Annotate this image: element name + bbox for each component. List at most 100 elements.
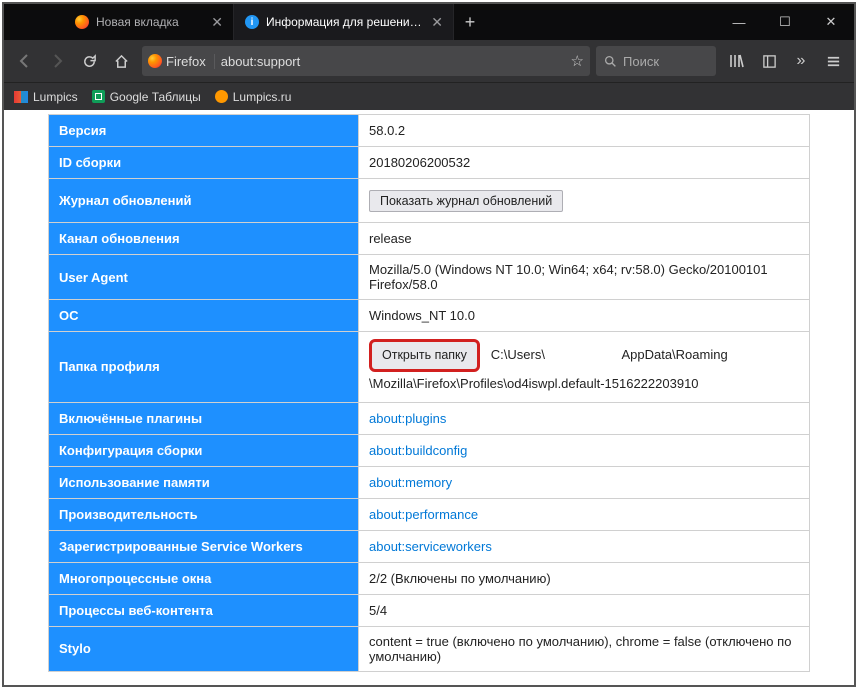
- app-menu-button[interactable]: [818, 46, 848, 76]
- table-row: Многопроцессные окна 2/2 (Включены по ум…: [49, 562, 810, 594]
- table-row: Папка профиля Открыть папку C:\Users\ Ap…: [49, 332, 810, 403]
- row-label: Включённые плагины: [49, 402, 359, 434]
- close-window-button[interactable]: ✕: [808, 4, 854, 40]
- table-row: Использование памяти about:memory: [49, 466, 810, 498]
- sidebar-icon: [762, 54, 777, 69]
- hamburger-icon: [826, 54, 841, 69]
- tab-new[interactable]: Новая вкладка ✕: [64, 4, 234, 40]
- row-value: about:plugins: [359, 402, 810, 434]
- arrow-left-icon: [17, 53, 33, 69]
- titlebar: Новая вкладка ✕ i Информация для решения…: [4, 4, 854, 40]
- reload-button[interactable]: [74, 46, 104, 76]
- identity-label: Firefox: [166, 54, 206, 69]
- row-label: Производительность: [49, 498, 359, 530]
- tab-strip: Новая вкладка ✕ i Информация для решения…: [4, 4, 716, 40]
- about-buildconfig-link[interactable]: about:buildconfig: [369, 443, 467, 458]
- row-value: Открыть папку C:\Users\ AppData\Roaming …: [359, 332, 810, 403]
- home-button[interactable]: [106, 46, 136, 76]
- info-icon: i: [244, 14, 260, 30]
- home-icon: [114, 54, 129, 69]
- row-label: Процессы веб-контента: [49, 594, 359, 626]
- table-row: Производительность about:performance: [49, 498, 810, 530]
- row-label: Конфигурация сборки: [49, 434, 359, 466]
- identity-box[interactable]: Firefox: [148, 54, 215, 69]
- row-value: about:buildconfig: [359, 434, 810, 466]
- show-update-log-button[interactable]: Показать журнал обновлений: [369, 190, 563, 212]
- about-memory-link[interactable]: about:memory: [369, 475, 452, 490]
- bookmark-label: Lumpics.ru: [233, 90, 292, 104]
- table-row: Зарегистрированные Service Workers about…: [49, 530, 810, 562]
- new-tab-button[interactable]: +: [454, 4, 486, 40]
- row-value: about:serviceworkers: [359, 530, 810, 562]
- row-value: 20180206200532: [359, 147, 810, 179]
- table-row: Конфигурация сборки about:buildconfig: [49, 434, 810, 466]
- library-icon: [729, 53, 745, 69]
- row-value: Показать журнал обновлений: [359, 179, 810, 223]
- table-row: Канал обновления release: [49, 223, 810, 255]
- nav-toolbar: Firefox about:support ☆ Поиск »: [4, 40, 854, 82]
- firefox-icon: [148, 54, 162, 68]
- profile-path-part: AppData\Roaming: [621, 347, 727, 362]
- bookmark-label: Google Таблицы: [110, 90, 201, 104]
- row-label: Зарегистрированные Service Workers: [49, 530, 359, 562]
- forward-button[interactable]: [42, 46, 72, 76]
- lumpics-ru-icon: [215, 90, 228, 103]
- row-value: Mozilla/5.0 (Windows NT 10.0; Win64; x64…: [359, 255, 810, 300]
- back-button[interactable]: [10, 46, 40, 76]
- row-value: 58.0.2: [359, 115, 810, 147]
- sidebar-button[interactable]: [754, 46, 784, 76]
- table-row: ID сборки 20180206200532: [49, 147, 810, 179]
- row-label: ОС: [49, 300, 359, 332]
- search-bar[interactable]: Поиск: [596, 46, 716, 76]
- row-value: 2/2 (Включены по умолчанию): [359, 562, 810, 594]
- row-label: Папка профиля: [49, 332, 359, 403]
- profile-path-part: C:\Users\: [491, 347, 545, 362]
- about-plugins-link[interactable]: about:plugins: [369, 411, 446, 426]
- row-label: Канал обновления: [49, 223, 359, 255]
- sheets-icon: [92, 90, 105, 103]
- reload-icon: [82, 54, 97, 69]
- row-value: content = true (включено по умолчанию), …: [359, 626, 810, 671]
- newtab-icon: [74, 14, 90, 30]
- row-label: Версия: [49, 115, 359, 147]
- tab-title: Новая вкладка: [96, 15, 205, 29]
- row-value: 5/4: [359, 594, 810, 626]
- lumpics-icon: [14, 91, 28, 103]
- maximize-button[interactable]: ☐: [762, 4, 808, 40]
- search-icon: [604, 55, 617, 68]
- about-performance-link[interactable]: about:performance: [369, 507, 478, 522]
- search-placeholder: Поиск: [623, 54, 659, 69]
- bookmarks-bar: Lumpics Google Таблицы Lumpics.ru: [4, 82, 854, 110]
- minimize-button[interactable]: —: [716, 4, 762, 40]
- close-icon[interactable]: ✕: [211, 14, 223, 31]
- open-profile-folder-button[interactable]: Открыть папку: [369, 339, 480, 372]
- profile-path-part: \Mozilla\Firefox\Profiles\od4iswpl.defau…: [369, 376, 699, 391]
- table-row: Журнал обновлений Показать журнал обновл…: [49, 179, 810, 223]
- bookmark-lumpics-ru[interactable]: Lumpics.ru: [215, 90, 292, 104]
- row-label: ID сборки: [49, 147, 359, 179]
- bookmark-label: Lumpics: [33, 90, 78, 104]
- tab-about-support[interactable]: i Информация для решения п ✕: [234, 4, 454, 40]
- url-text: about:support: [221, 54, 565, 69]
- about-serviceworkers-link[interactable]: about:serviceworkers: [369, 539, 492, 554]
- row-value: release: [359, 223, 810, 255]
- bookmark-google-sheets[interactable]: Google Таблицы: [92, 90, 201, 104]
- library-button[interactable]: [722, 46, 752, 76]
- row-label: Журнал обновлений: [49, 179, 359, 223]
- table-row: Stylo content = true (включено по умолча…: [49, 626, 810, 671]
- row-value: Windows_NT 10.0: [359, 300, 810, 332]
- table-row: ОС Windows_NT 10.0: [49, 300, 810, 332]
- row-label: User Agent: [49, 255, 359, 300]
- bookmark-star-icon[interactable]: ☆: [571, 52, 584, 70]
- row-value: about:memory: [359, 466, 810, 498]
- bookmark-lumpics[interactable]: Lumpics: [14, 90, 78, 104]
- overflow-button[interactable]: »: [786, 46, 816, 76]
- url-bar[interactable]: Firefox about:support ☆: [142, 46, 590, 76]
- close-icon[interactable]: ✕: [431, 14, 443, 31]
- row-label: Stylo: [49, 626, 359, 671]
- table-row: Включённые плагины about:plugins: [49, 402, 810, 434]
- table-row: Процессы веб-контента 5/4: [49, 594, 810, 626]
- row-label: Использование памяти: [49, 466, 359, 498]
- row-value: about:performance: [359, 498, 810, 530]
- support-table: Версия 58.0.2 ID сборки 20180206200532 Ж…: [48, 114, 810, 672]
